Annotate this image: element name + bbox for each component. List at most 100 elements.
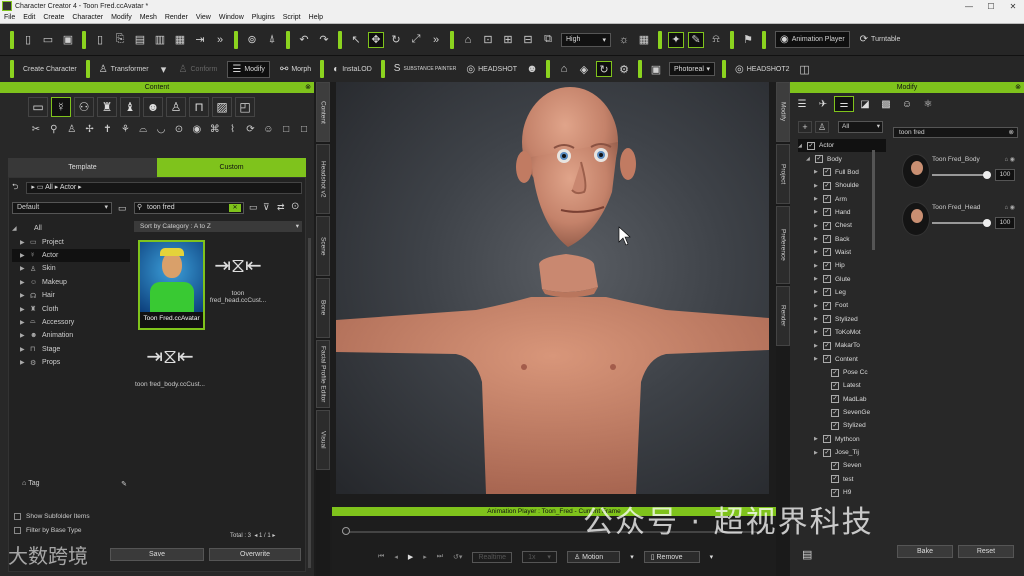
- empty-slot-icon[interactable]: □: [278, 121, 294, 138]
- checker-icon[interactable]: ▩: [876, 96, 896, 112]
- create-character-button[interactable]: Create Character: [23, 66, 77, 73]
- visibility-checkbox[interactable]: ✓: [815, 155, 823, 164]
- light-icon[interactable]: ⍋: [264, 32, 280, 48]
- project-category-icon[interactable]: ▭: [28, 97, 48, 117]
- tab-content[interactable]: Content: [316, 82, 330, 142]
- morph-filter-select[interactable]: All ▾: [838, 121, 883, 133]
- atom-icon[interactable]: ⚛: [918, 96, 938, 112]
- render-mode-select[interactable]: Photoreal ▾: [669, 62, 715, 76]
- scene-icon[interactable]: ⌂: [556, 61, 572, 77]
- visibility-checkbox[interactable]: ✓: [823, 341, 831, 350]
- visibility-checkbox[interactable]: ✓: [831, 461, 839, 470]
- tab-facial-profile-editor[interactable]: Facial Profile Editor: [316, 340, 330, 408]
- menu-plugins[interactable]: Plugins: [252, 14, 275, 21]
- turntable-button[interactable]: ⟳ Turntable: [860, 34, 901, 45]
- tree-item[interactable]: ▶ ⚙ Props: [12, 356, 130, 369]
- body-icon[interactable]: ♙: [64, 121, 80, 138]
- material-icon[interactable]: ◪: [855, 96, 875, 112]
- morph-sliders-icon[interactable]: ⚌: [834, 96, 854, 112]
- visibility-checkbox[interactable]: ✓: [831, 408, 839, 417]
- undo-icon[interactable]: ↶: [296, 32, 312, 48]
- send-icon[interactable]: ⇥: [192, 32, 208, 48]
- hair-icon[interactable]: ⌇: [225, 121, 241, 138]
- empty-slot-icon[interactable]: □: [296, 121, 312, 138]
- morph-tree-item[interactable]: ▶ ✓ Content: [798, 353, 886, 366]
- home-camera-icon[interactable]: ⌂: [460, 32, 476, 48]
- add-morph-icon[interactable]: ♙: [815, 121, 829, 133]
- dummy-icon[interactable]: ✝: [100, 121, 116, 138]
- visibility-checkbox[interactable]: ✓: [823, 355, 831, 364]
- morph-tree-item[interactable]: ▶ ✓ Foot: [798, 299, 886, 312]
- scrollbar[interactable]: [308, 238, 311, 568]
- menu-render[interactable]: Render: [165, 14, 188, 21]
- expand-arrow-icon[interactable]: ◢: [806, 156, 815, 162]
- tab-visual[interactable]: Visual: [316, 410, 330, 470]
- head-outline-icon[interactable]: ☺: [260, 121, 276, 138]
- expand-arrow-icon[interactable]: ▶: [814, 450, 823, 456]
- menu-view[interactable]: View: [196, 14, 211, 21]
- visibility-checkbox[interactable]: ✓: [823, 288, 831, 297]
- actor-category-icon[interactable]: ☿: [51, 97, 71, 117]
- spring-icon[interactable]: ✢: [82, 121, 98, 138]
- speed-select[interactable]: 1x ▾: [522, 551, 557, 563]
- motion-icon[interactable]: ✈: [813, 96, 833, 112]
- frame-icon[interactable]: ⊡: [480, 32, 496, 48]
- content-item-head[interactable]: ⇥⧖⇤ toon fred_head.ccCust...: [203, 250, 273, 304]
- cloth-piece-icon[interactable]: ⌓: [135, 121, 151, 138]
- expand-arrow-icon[interactable]: ▶: [814, 356, 823, 362]
- conform-button[interactable]: ♙ Conform: [179, 64, 218, 75]
- light-category-icon[interactable]: ◰: [235, 97, 255, 117]
- rotate-icon[interactable]: ↻: [388, 32, 404, 48]
- visibility-checkbox[interactable]: ✓: [823, 208, 831, 217]
- menu-character[interactable]: Character: [72, 14, 103, 21]
- visibility-checkbox[interactable]: ✓: [823, 315, 831, 324]
- lock-eye-icon[interactable]: ⌂ ◉: [1004, 156, 1015, 163]
- cloth-icon[interactable]: ⍾: [708, 32, 724, 48]
- expand-arrow-icon[interactable]: ▶: [814, 249, 823, 255]
- visibility-checkbox[interactable]: ✓: [831, 368, 839, 377]
- 3d-viewport[interactable]: [336, 82, 769, 494]
- mouth-icon[interactable]: ◡: [153, 121, 169, 138]
- expand-arrow-icon[interactable]: ▶: [814, 343, 823, 349]
- headshot-button[interactable]: ◎ HEADSHOT: [466, 64, 517, 75]
- tab-bone[interactable]: Bone: [316, 278, 330, 338]
- export-obj-icon[interactable]: ▦: [172, 32, 188, 48]
- morph-tree-item[interactable]: ✓ Latest: [798, 379, 886, 392]
- tab-modify[interactable]: Modify: [776, 82, 790, 142]
- import-icon[interactable]: ⎘: [112, 32, 128, 48]
- tab-headshot-v2[interactable]: Headshot v2: [316, 144, 330, 214]
- visibility-checkbox[interactable]: ✓: [823, 195, 831, 204]
- tree-item[interactable]: ▶ ♙ Skin: [12, 262, 130, 275]
- morph-tree-item[interactable]: ✓ Stylized: [798, 419, 886, 432]
- prev-frame-icon[interactable]: ◂: [394, 553, 398, 561]
- pose-category-icon[interactable]: ♙: [166, 97, 186, 117]
- menu-create[interactable]: Create: [43, 14, 64, 21]
- flag-icon[interactable]: ⚑: [740, 32, 756, 48]
- expand-arrow-icon[interactable]: ▶: [814, 276, 823, 282]
- chevron-circle-icon[interactable]: ⊙: [291, 201, 299, 212]
- expand-arrow-icon[interactable]: ▶: [814, 263, 823, 269]
- play-icon[interactable]: ▶: [408, 553, 413, 561]
- visibility-checkbox[interactable]: ✓: [831, 381, 839, 390]
- collapse-icon[interactable]: ◫: [797, 61, 813, 77]
- visibility-checkbox[interactable]: ✓: [823, 448, 831, 457]
- import-obj-icon[interactable]: ▤: [132, 32, 148, 48]
- morph-tree-item[interactable]: ✓ MadLab: [798, 393, 886, 406]
- visibility-checkbox[interactable]: ✓: [823, 181, 831, 190]
- expand-arrow-icon[interactable]: ▶: [814, 329, 823, 335]
- remove-dropdown-icon[interactable]: ▾: [710, 553, 714, 561]
- eye-icon[interactable]: ◉: [189, 121, 205, 138]
- morph-search-input[interactable]: toon fred ⊗: [893, 127, 1018, 138]
- motion-dropdown-icon[interactable]: ▾: [630, 553, 634, 561]
- head-icon[interactable]: ☻: [524, 61, 540, 77]
- add-icon[interactable]: +: [798, 121, 812, 133]
- tree-item[interactable]: ▶ ☊ Hair: [12, 289, 130, 302]
- tree-item[interactable]: ▶ ▭ Project: [12, 235, 130, 248]
- minimize-button[interactable]: —: [958, 2, 980, 11]
- menu-modify[interactable]: Modify: [111, 14, 132, 21]
- transformer-button[interactable]: ♙ Transformer: [99, 64, 149, 75]
- tree-item[interactable]: ▶ ⌓ Accessory: [12, 316, 130, 329]
- morph-tree-item[interactable]: ▶ ✓ MakarTo: [798, 339, 886, 352]
- display-icon[interactable]: ▦: [636, 32, 652, 48]
- morph-button[interactable]: ⚯ Morph: [280, 64, 311, 75]
